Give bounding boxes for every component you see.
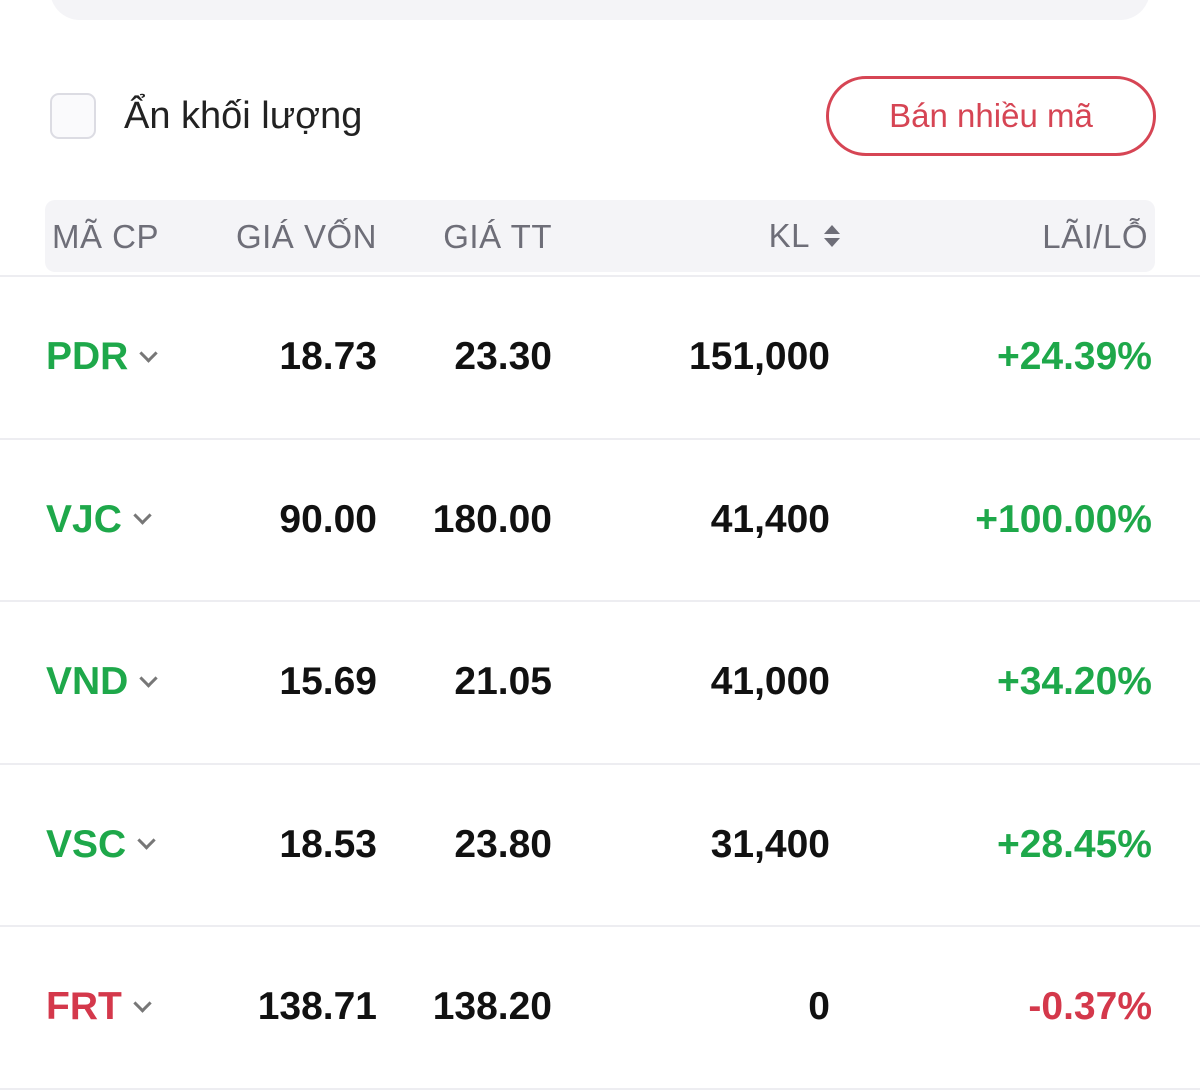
chevron-down-icon	[133, 993, 152, 1013]
market-price: 23.30	[454, 335, 552, 378]
header-volume-label: KL	[768, 217, 810, 254]
table-row[interactable]: VND 15.69 21.05 41,000 +34.20%	[0, 602, 1200, 765]
table-header: MÃ CP GIÁ VỐN GIÁ TT KL LÃI/LỖ	[45, 200, 1155, 272]
stock-code: FRT	[46, 985, 122, 1028]
profit-loss: +28.45%	[996, 822, 1152, 866]
header-code: MÃ CP	[52, 218, 160, 255]
cost-price: 138.71	[257, 985, 377, 1028]
table-row[interactable]: VJC 90.00 180.00 41,400 +100.00%	[0, 440, 1200, 602]
header-volume-sort[interactable]: KL	[769, 200, 840, 272]
stock-code: VSC	[46, 822, 127, 866]
profit-loss: -0.37%	[1028, 985, 1152, 1028]
volume: 0	[808, 985, 830, 1028]
market-price: 180.00	[432, 497, 552, 541]
hide-volume-label: Ẩn khối lượng	[124, 95, 363, 137]
stock-code-toggle[interactable]: VND	[46, 602, 159, 762]
profit-loss: +34.20%	[996, 660, 1152, 703]
volume: 151,000	[689, 335, 830, 378]
holdings-table: PDR 18.73 23.30 151,000 +24.39% VJC 90.0…	[0, 277, 1200, 1090]
sell-multiple-button[interactable]: Bán nhiều mã	[826, 76, 1156, 156]
volume: 31,400	[710, 822, 830, 866]
profit-loss: +100.00%	[975, 497, 1152, 541]
table-row[interactable]: PDR 18.73 23.30 151,000 +24.39%	[0, 277, 1200, 440]
stock-code: VJC	[46, 497, 122, 541]
stock-code-toggle[interactable]: VSC	[46, 765, 156, 925]
cost-price: 18.53	[279, 822, 377, 866]
stock-code: PDR	[46, 335, 129, 378]
chevron-down-icon	[139, 343, 159, 363]
header-market-price: GIÁ TT	[443, 218, 552, 255]
market-price: 138.20	[432, 985, 552, 1028]
market-price: 23.80	[454, 822, 552, 866]
chevron-down-icon	[139, 668, 159, 688]
cost-price: 90.00	[279, 497, 377, 541]
controls-bar: Ẩn khối lượng Bán nhiều mã	[0, 76, 1200, 156]
stock-code: VND	[46, 660, 129, 703]
table-row[interactable]: VSC 18.53 23.80 31,400 +28.45%	[0, 765, 1200, 927]
volume: 41,000	[710, 660, 830, 703]
header-profit-loss: LÃI/LỖ	[1042, 218, 1148, 255]
table-row[interactable]: FRT 138.71 138.20 0 -0.37%	[0, 927, 1200, 1090]
stock-code-toggle[interactable]: PDR	[46, 277, 159, 437]
market-price: 21.05	[454, 660, 552, 703]
cost-price: 18.73	[279, 335, 377, 378]
cost-price: 15.69	[279, 660, 377, 703]
volume: 41,400	[710, 497, 830, 541]
hide-volume-checkbox[interactable]	[50, 93, 96, 139]
chevron-down-icon	[137, 831, 156, 850]
stock-code-toggle[interactable]: FRT	[46, 927, 152, 1087]
profit-loss: +24.39%	[996, 335, 1152, 378]
header-cost-price: GIÁ VỐN	[235, 218, 377, 255]
sort-icon	[824, 225, 840, 247]
stock-code-toggle[interactable]: VJC	[46, 440, 152, 600]
search-bar-remnant	[50, 0, 1150, 20]
chevron-down-icon	[133, 506, 152, 525]
